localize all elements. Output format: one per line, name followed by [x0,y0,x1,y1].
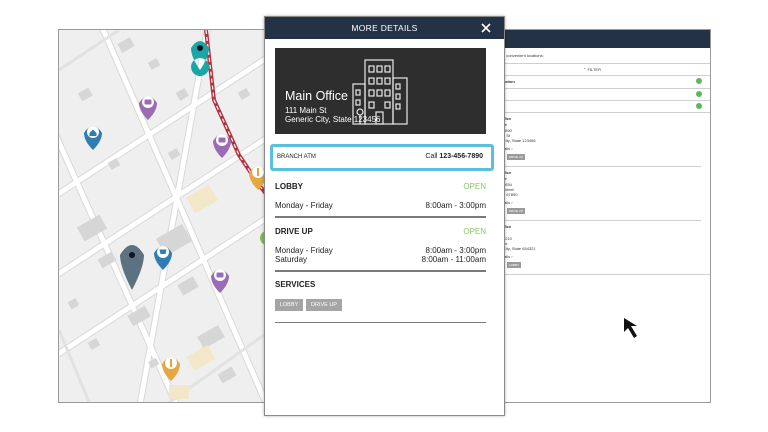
check-icon[interactable] [696,78,702,84]
check-icon[interactable] [696,103,702,109]
entry-line: City, State 654321 [503,246,536,251]
locations-list-panel: e convenient locations: ⌃ FILTER cation … [498,29,711,403]
entry-line: City, State 123456 [503,138,536,143]
drive-up-days: Saturday [275,255,308,264]
branch-city: Generic City, State 123456 [285,115,381,124]
close-icon[interactable] [480,22,492,34]
atm-phone: 123-456-7890 [439,153,483,160]
entry-line: e 67890 [503,192,518,197]
lobby-days: Monday - Friday [275,201,333,210]
lobby-status: OPEN [463,182,486,191]
divider [275,322,486,323]
branch-hero: Main Office 111 Main St Generic City, St… [275,48,486,134]
drive-up-status: OPEN [463,227,486,236]
entry-service-button[interactable]: DRIVE UP [507,154,526,160]
filter-toggle[interactable]: ⌃ FILTER [583,67,601,72]
list-intro: e convenient locations: [503,53,544,58]
divider [275,216,486,218]
drive-up-title: DRIVE UP [275,227,313,236]
map-view[interactable] [58,29,272,403]
drive-up-hours: 8:00am - 11:00am [421,255,486,264]
atm-call[interactable]: Call 123-456-7890 [425,153,483,160]
branch-street: 111 Main St [285,106,327,115]
atm-label: BRANCH ATM [277,154,316,160]
branch-name: Main Office [285,89,348,103]
divider [275,270,486,272]
modal-title: MORE DETAILS [351,23,418,33]
check-icon[interactable] [696,91,702,97]
services-title: SERVICES [275,280,316,289]
drive-up-hours: 8:00am - 3:00pm [425,246,486,255]
branch-atm-row[interactable]: BRANCH ATM Call 123-456-7890 [270,144,494,171]
drive-up-days: Monday - Friday [275,246,333,255]
modal-header: MORE DETAILS [265,17,504,39]
drive-up-service-button[interactable]: DRIVE UP [306,299,342,311]
lobby-service-button[interactable]: LOBBY [275,299,303,311]
map-canvas[interactable] [59,30,271,402]
details-modal: MORE DETAILS Main Office 111 Main St Gen… [264,16,505,416]
list-header [499,30,710,48]
mouse-cursor-icon [624,318,637,338]
entry-service-button[interactable]: LOBBY [507,262,522,268]
lobby-title: LOBBY [275,182,303,191]
entry-service-button[interactable]: DRIVE UP [507,208,526,214]
lobby-hours: 8:00am - 3:00pm [425,201,486,210]
